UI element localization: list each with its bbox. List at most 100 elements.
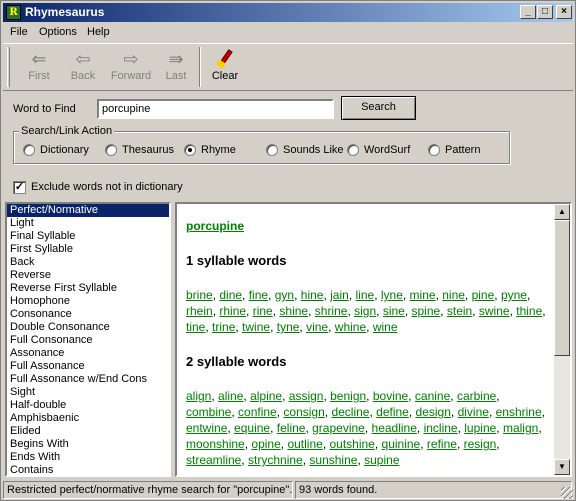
rhyme-word-link[interactable]: malign	[503, 421, 538, 435]
rhyme-type-item[interactable]: Amphisbaenic	[7, 412, 169, 425]
rhyme-word-link[interactable]: pyne	[501, 288, 527, 302]
rhyme-word-link[interactable]: sunshine	[309, 453, 357, 467]
rhyme-word-link[interactable]: wine	[373, 320, 398, 334]
close-button[interactable]: ×	[556, 5, 572, 19]
rhyme-word-link[interactable]: headline	[372, 421, 417, 435]
rhyme-word-link[interactable]: consign	[283, 405, 324, 419]
rhyme-word-link[interactable]: refine	[427, 437, 457, 451]
rhyme-type-item[interactable]: Light	[7, 217, 169, 230]
rhyme-word-link[interactable]: sign	[354, 304, 376, 318]
rhyme-type-item[interactable]: Perfect/Normative	[7, 204, 169, 217]
rhyme-type-item[interactable]: Reverse First Syllable	[7, 282, 169, 295]
exclude-checkbox[interactable]: ✓	[13, 181, 26, 194]
scroll-down-icon[interactable]: ▼	[554, 459, 570, 475]
rhyme-word-link[interactable]: trine	[212, 320, 235, 334]
rhyme-word-link[interactable]: rhine	[219, 304, 246, 318]
menu-options[interactable]: Options	[39, 26, 77, 39]
rhyme-word-link[interactable]: lupine	[464, 421, 496, 435]
back-button[interactable]: ⇦ Back	[61, 48, 105, 88]
rhyme-word-link[interactable]: feline	[277, 421, 306, 435]
rhyme-word-link[interactable]: fine	[249, 288, 268, 302]
menu-help[interactable]: Help	[87, 26, 110, 39]
rhyme-word-link[interactable]: rine	[253, 304, 273, 318]
rhyme-type-item[interactable]: Full Consonance	[7, 334, 169, 347]
rhyme-type-item[interactable]: Double Consonance	[7, 321, 169, 334]
result-word-link[interactable]: porcupine	[186, 218, 546, 234]
rhyme-word-link[interactable]: define	[376, 405, 409, 419]
rhyme-word-link[interactable]: opine	[251, 437, 280, 451]
rhyme-word-link[interactable]: tine	[186, 320, 205, 334]
rhyme-word-link[interactable]: canine	[415, 389, 450, 403]
rhyme-type-item[interactable]: Begins With	[7, 438, 169, 451]
rhyme-type-item[interactable]: Sight	[7, 386, 169, 399]
rhyme-type-item[interactable]: Half-double	[7, 399, 169, 412]
first-button[interactable]: ⇐ First	[17, 48, 61, 88]
rhyme-word-link[interactable]: swine	[479, 304, 510, 318]
title-bar[interactable]: R Rhymesaurus _ □ ×	[3, 3, 573, 22]
rhyme-word-link[interactable]: thine	[516, 304, 542, 318]
rhyme-word-link[interactable]: alpine	[250, 389, 282, 403]
rhyme-word-link[interactable]: twine	[242, 320, 270, 334]
rhyme-word-link[interactable]: sine	[383, 304, 405, 318]
rhyme-type-item[interactable]: Elided	[7, 425, 169, 438]
rhyme-word-link[interactable]: quinine	[382, 437, 421, 451]
rhyme-word-link[interactable]: vine	[306, 320, 328, 334]
rhyme-word-link[interactable]: brine	[186, 288, 213, 302]
rhyme-type-item[interactable]: Consonance	[7, 308, 169, 321]
results-pane[interactable]: porcupine 1 syllable words brine, dine, f…	[175, 202, 572, 477]
rhyme-word-link[interactable]: incline	[424, 421, 458, 435]
rhyme-word-link[interactable]: align	[186, 389, 211, 403]
rhyme-word-link[interactable]: dine	[219, 288, 242, 302]
rhyme-word-link[interactable]: strychnine	[248, 453, 303, 467]
rhyme-word-link[interactable]: whine	[335, 320, 366, 334]
rhyme-word-link[interactable]: enshrine	[496, 405, 542, 419]
rhyme-word-link[interactable]: aline	[218, 389, 243, 403]
rhyme-type-list[interactable]: Perfect/Normative Light Final Syllable Firs…	[5, 202, 171, 477]
rhyme-type-item[interactable]: Homophone	[7, 295, 169, 308]
rhyme-word-link[interactable]: shine	[279, 304, 308, 318]
rhyme-word-link[interactable]: gyn	[275, 288, 294, 302]
search-button[interactable]: Search	[341, 96, 416, 120]
rhyme-type-item[interactable]: Contains	[7, 464, 169, 475]
rhyme-word-link[interactable]: jain	[330, 288, 349, 302]
rhyme-word-link[interactable]: stein	[447, 304, 472, 318]
last-button[interactable]: ⇛ Last	[154, 48, 198, 88]
rhyme-word-link[interactable]: spine	[412, 304, 441, 318]
rhyme-word-link[interactable]: carbine	[457, 389, 496, 403]
rhyme-type-item[interactable]: Full Assonance	[7, 360, 169, 373]
rhyme-word-link[interactable]: line	[356, 288, 375, 302]
rhyme-word-link[interactable]: moonshine	[186, 437, 245, 451]
rhyme-word-link[interactable]: decline	[331, 405, 369, 419]
rhyme-word-link[interactable]: assign	[289, 389, 324, 403]
rhyme-word-link[interactable]: pine	[472, 288, 495, 302]
rhyme-word-link[interactable]: supine	[364, 453, 399, 467]
rhyme-word-link[interactable]: rhein	[186, 304, 213, 318]
clear-button[interactable]: Clear	[203, 48, 247, 88]
word-input[interactable]	[97, 99, 334, 119]
rhyme-word-link[interactable]: tyne	[277, 320, 300, 334]
rhyme-word-link[interactable]: hine	[301, 288, 324, 302]
forward-button[interactable]: ⇨ Forward	[109, 48, 153, 88]
rhyme-word-link[interactable]: equine	[234, 421, 270, 435]
rhyme-word-link[interactable]: outline	[287, 437, 322, 451]
rhyme-word-link[interactable]: bovine	[373, 389, 408, 403]
rhyme-word-link[interactable]: shrine	[315, 304, 348, 318]
rhyme-word-link[interactable]: design	[416, 405, 451, 419]
scroll-thumb[interactable]	[554, 220, 570, 356]
rhyme-word-link[interactable]: resign	[464, 437, 497, 451]
rhyme-word-link[interactable]: mine	[410, 288, 436, 302]
toolbar-grip[interactable]	[7, 47, 10, 87]
rhyme-type-item[interactable]: Reverse	[7, 269, 169, 282]
rhyme-word-link[interactable]: grapevine	[312, 421, 365, 435]
resize-grip-icon[interactable]	[561, 487, 573, 499]
rhyme-word-link[interactable]: divine	[458, 405, 489, 419]
minimize-button[interactable]: _	[520, 5, 536, 19]
rhyme-type-item[interactable]: Assonance	[7, 347, 169, 360]
scroll-up-icon[interactable]: ▲	[554, 204, 570, 220]
rhyme-type-item[interactable]: Full Assonance w/End Cons	[7, 373, 169, 386]
menu-file[interactable]: File	[10, 26, 28, 39]
rhyme-type-item[interactable]: Back	[7, 256, 169, 269]
rhyme-word-link[interactable]: confine	[238, 405, 277, 419]
maximize-button[interactable]: □	[537, 5, 553, 19]
rhyme-type-item[interactable]: Final Syllable	[7, 230, 169, 243]
